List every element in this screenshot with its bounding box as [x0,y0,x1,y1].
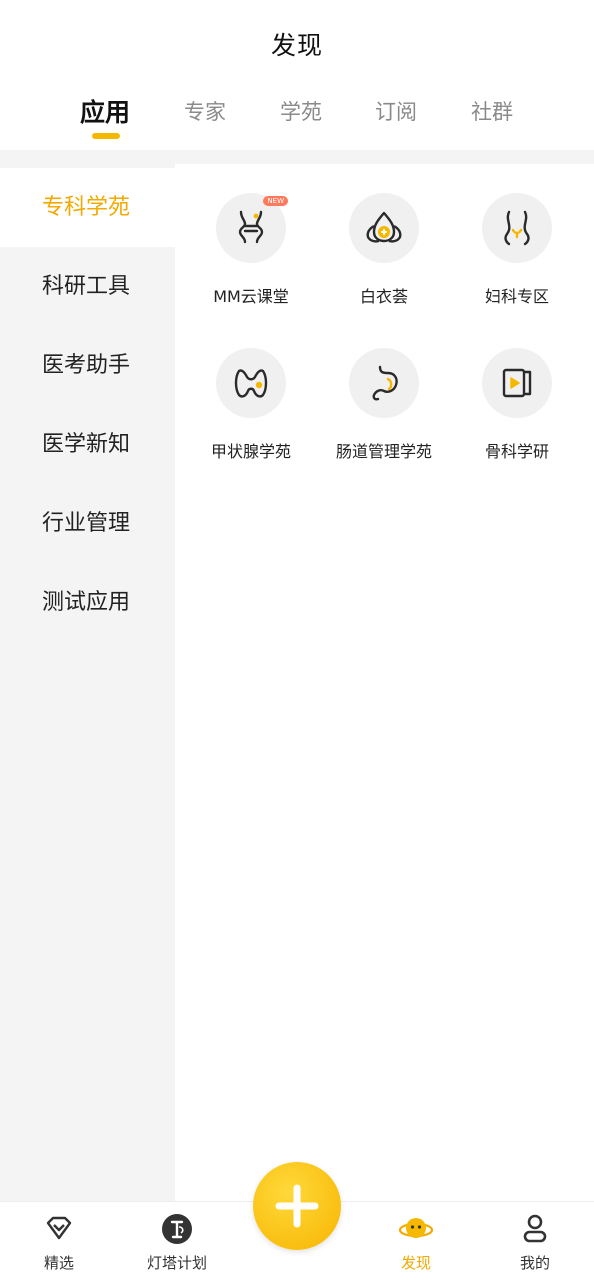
sidebar-item-industry-management[interactable]: 行业管理 [0,484,175,563]
section-divider [0,150,594,164]
sidebar-item-research-tools[interactable]: 科研工具 [0,247,175,326]
tab-bar: 应用 专家 学苑 订阅 社群 [0,96,594,136]
person-icon [523,1214,547,1243]
pelvis-icon [482,193,552,263]
intestine-icon [349,348,419,418]
tab-subscriptions[interactable]: 订阅 [375,96,417,126]
app-label: 骨科学研 [484,442,549,461]
planet-face-icon [399,1218,433,1238]
nav-label: 精选 [43,1254,74,1272]
app-orthopedics[interactable]: 骨科学研 [450,348,584,462]
nav-item-profile[interactable]: 我的 [476,1202,594,1273]
diamond-icon [46,1216,72,1240]
add-button[interactable] [253,1162,341,1250]
tab-apps[interactable]: 应用 [80,93,130,129]
app-gynecology[interactable]: 妇科专区 [450,193,584,307]
page-title: 发现 [270,31,323,60]
nav-label: 发现 [400,1254,431,1272]
sidebar-item-test-apps[interactable]: 测试应用 [0,563,175,642]
nav-label: 我的 [519,1254,550,1272]
lotus-cross-icon [349,193,419,263]
app-label: 肠道管理学苑 [335,442,432,461]
sidebar-item-medical-news[interactable]: 医学新知 [0,405,175,484]
video-book-icon [482,348,552,418]
page-header: 发现 应用 专家 学苑 订阅 社群 [0,0,594,150]
category-sidebar: 专科学苑 科研工具 医考助手 医学新知 行业管理 测试应用 [0,164,175,1201]
tab-communities[interactable]: 社群 [471,96,513,126]
app-label: 妇科专区 [484,287,549,306]
tab-experts[interactable]: 专家 [184,96,226,126]
knee-joint-icon: NEW [216,193,288,263]
nav-item-discover[interactable]: 发现 [357,1202,475,1273]
app-mm-cloud-class[interactable]: NEW MM云课堂 [184,193,318,307]
active-tab-indicator [92,133,120,139]
plus-icon [275,1184,319,1228]
sidebar-item-specialty[interactable]: 专科学苑 [0,168,175,247]
nav-item-lighthouse[interactable]: 灯塔计划 [118,1202,236,1273]
app-label: 甲状腺学苑 [210,442,291,461]
nav-label: 灯塔计划 [146,1254,207,1272]
thyroid-icon [216,348,286,418]
app-gut-management[interactable]: 肠道管理学苑 [317,348,451,462]
app-thyroid-academy[interactable]: 甲状腺学苑 [184,348,318,462]
app-baiyihui[interactable]: 白衣荟 [317,193,451,307]
app-label: 白衣荟 [359,287,408,306]
sidebar-item-exam-assistant[interactable]: 医考助手 [0,326,175,405]
tab-academy[interactable]: 学苑 [280,96,322,126]
nav-item-featured[interactable]: 精选 [0,1202,118,1273]
new-badge: NEW [263,196,288,206]
lighthouse-logo-icon [162,1214,192,1244]
app-label: MM云课堂 [213,287,289,306]
